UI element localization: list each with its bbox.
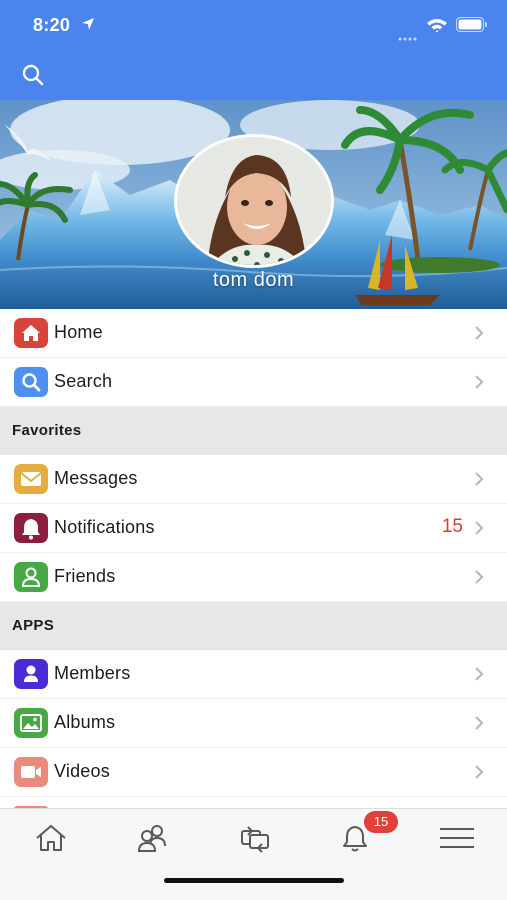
section-header-favorites: Favorites [0, 407, 507, 455]
menu-item-albums[interactable]: Albums [0, 699, 507, 748]
location-arrow-icon [81, 17, 95, 36]
avatar-image [177, 137, 331, 265]
magnifier-icon [14, 367, 48, 397]
status-bar: 8:20 [0, 0, 507, 50]
menu-item-label: Members [54, 663, 131, 683]
video-camera-icon [14, 757, 48, 787]
signal-icon [398, 28, 418, 46]
chevron-right-icon [474, 374, 484, 395]
menu-item-label: Messages [54, 468, 138, 488]
chevron-right-icon [474, 471, 484, 492]
notifications-badge: 15 [364, 811, 398, 833]
status-time: 8:20 [33, 15, 71, 35]
chevron-right-icon [474, 325, 484, 346]
bottom-tab-bar: 15 [0, 808, 507, 900]
tab-menu[interactable] [432, 819, 482, 859]
notifications-count: 15 [441, 516, 463, 537]
search-icon [20, 64, 46, 92]
section-header-apps: APPS [0, 602, 507, 650]
menu-item-home[interactable]: Home [0, 309, 507, 358]
menu-item-label: Albums [54, 712, 116, 732]
menu-item-label: Search [54, 371, 113, 391]
chevron-right-icon [474, 764, 484, 785]
house-icon [14, 318, 48, 348]
cover-photo: tom dom [0, 100, 507, 309]
search-button[interactable] [20, 62, 46, 88]
tab-friends[interactable] [128, 819, 178, 859]
chevron-right-icon [474, 569, 484, 590]
tab-home[interactable] [26, 819, 76, 859]
chevron-right-icon [474, 666, 484, 687]
picture-icon [14, 708, 48, 738]
menu-item-label: Videos [54, 761, 110, 781]
menu-item-label: Notifications [54, 517, 155, 537]
menu-item-notifications[interactable]: Notifications 15 [0, 504, 507, 553]
menu-item-members[interactable]: Members [0, 650, 507, 699]
profile-avatar[interactable] [174, 134, 334, 268]
section-title: APPS [12, 617, 55, 634]
tab-activity[interactable] [230, 819, 280, 859]
battery-icon [456, 17, 488, 37]
menu-item-label: Friends [54, 566, 116, 586]
menu-item-search[interactable]: Search [0, 358, 507, 407]
menu-item-videos[interactable]: Videos [0, 748, 507, 797]
member-icon [14, 659, 48, 689]
envelope-icon [14, 464, 48, 494]
top-bar [0, 50, 507, 100]
person-outline-icon [14, 562, 48, 592]
profile-name[interactable]: tom dom [0, 269, 507, 292]
menu-item-friends[interactable]: Friends [0, 553, 507, 602]
menu-item-label: Home [54, 322, 103, 342]
chevron-right-icon [474, 715, 484, 736]
bell-icon [14, 513, 48, 543]
section-title: Favorites [12, 422, 82, 439]
wifi-icon [426, 17, 448, 38]
chevron-right-icon [474, 520, 484, 541]
side-menu: Home Search Favorites Messages Notificat… [0, 309, 507, 797]
menu-item-messages[interactable]: Messages [0, 455, 507, 504]
home-indicator [164, 878, 344, 883]
